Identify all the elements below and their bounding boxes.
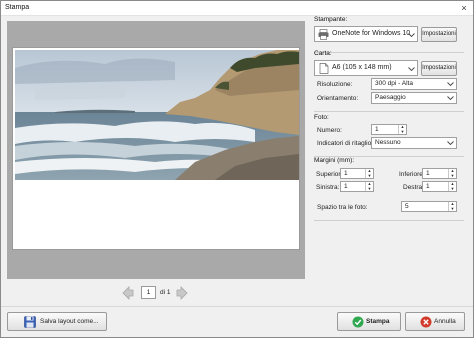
orientation-value: Paesaggio [375, 94, 406, 101]
chevron-down-icon [447, 96, 454, 101]
photo-spacing-label: Spazio tra le foto: [317, 204, 368, 211]
bottom-separator [1, 306, 473, 307]
chevron-down-icon [447, 141, 454, 146]
red-cancel-icon [420, 316, 432, 328]
photo-number-value: 1 [375, 126, 379, 133]
margin-left-value: 1 [344, 183, 348, 190]
margin-bottom-value: 1 [426, 170, 430, 177]
crop-marks-select[interactable]: Nessuno [371, 137, 457, 149]
close-icon[interactable]: × [458, 3, 470, 14]
divider [314, 52, 464, 53]
resolution-select[interactable]: 300 dpi - Alta [371, 78, 457, 90]
margin-right-label: Destra: [403, 184, 424, 191]
window-title: Stampa [5, 4, 30, 11]
page-number-input[interactable]: 1 [141, 286, 156, 299]
paper-icon [319, 63, 329, 74]
divider [314, 220, 464, 221]
stepper-arrows[interactable]: ▲ ▼ [448, 181, 456, 191]
photo-number-label: Numero: [317, 127, 342, 134]
printer-select-value: OneNote for Windows 10 [332, 30, 411, 37]
resolution-label: Risoluzione: [317, 81, 353, 88]
orientation-select[interactable]: Paesaggio [371, 92, 457, 104]
paper-size-value: A6 (105 x 148 mm) [332, 64, 392, 71]
stepper-arrows[interactable]: ▲ ▼ [448, 168, 456, 178]
margin-right-stepper[interactable]: 1 ▲ ▼ [422, 181, 457, 192]
photo-number-stepper[interactable]: 1 ▲ ▼ [371, 124, 407, 135]
photo-section-label: Foto: [314, 114, 329, 121]
photo-spacing-stepper[interactable]: 5 ▲ ▼ [401, 201, 457, 212]
orientation-label: Orientamento: [317, 95, 359, 102]
printer-settings-button[interactable]: Impostazioni [421, 27, 457, 42]
stepper-arrows[interactable]: ▲ ▼ [365, 168, 373, 178]
margin-left-label: Sinistra: [316, 184, 340, 191]
chevron-down-icon [408, 33, 415, 38]
margin-top-value: 1 [344, 170, 348, 177]
crop-marks-label: Indicatori di ritaglio: [317, 140, 373, 147]
print-preview-area [7, 21, 305, 279]
photo-spacing-value: 5 [405, 203, 409, 210]
print-dialog: Stampa × 1 di 1 Stampante: OneNote for W… [0, 0, 474, 338]
printer-select[interactable]: OneNote for Windows 10 [314, 26, 418, 42]
stepper-arrows[interactable]: ▲ ▼ [365, 181, 373, 191]
title-bar: Stampa × [1, 1, 473, 16]
paper-size-select[interactable]: A6 (105 x 148 mm) [314, 60, 418, 76]
chevron-down-icon [408, 67, 415, 72]
preview-page [12, 47, 300, 250]
margins-section-label: Margini (mm): [314, 157, 355, 164]
printer-icon [318, 29, 329, 40]
print-button-label: Stampa [366, 318, 390, 325]
green-check-icon [352, 316, 364, 328]
divider [314, 111, 464, 112]
cancel-button-label: Annulla [434, 318, 456, 325]
paper-settings-button[interactable]: Impostazioni [421, 61, 457, 76]
arrow-right-icon[interactable] [175, 286, 189, 300]
paper-section-label: Carta: [314, 50, 332, 57]
crop-marks-value: Nessuno [375, 139, 401, 146]
save-layout-button[interactable]: Salva layout come... [7, 312, 107, 331]
save-layout-label: Salva layout come... [40, 318, 99, 325]
print-button[interactable]: Stampa [337, 312, 401, 331]
floppy-disk-icon [24, 316, 36, 328]
resolution-value: 300 dpi - Alta [375, 80, 413, 87]
cancel-button[interactable]: Annulla [405, 312, 465, 331]
chevron-down-icon [447, 82, 454, 87]
margin-left-stepper[interactable]: 1 ▲ ▼ [340, 181, 374, 192]
preview-photo [15, 50, 299, 180]
printer-section-label: Stampante: [314, 16, 348, 23]
arrow-left-icon[interactable] [121, 286, 135, 300]
margin-bottom-label: Inferiore: [399, 171, 425, 178]
margin-right-value: 1 [426, 183, 430, 190]
stepper-arrows[interactable]: ▲ ▼ [448, 201, 456, 211]
stepper-arrows[interactable]: ▲ ▼ [398, 124, 406, 134]
margin-bottom-stepper[interactable]: 1 ▲ ▼ [422, 168, 457, 179]
page-total-label: di 1 [160, 289, 171, 296]
margin-top-stepper[interactable]: 1 ▲ ▼ [340, 168, 374, 179]
